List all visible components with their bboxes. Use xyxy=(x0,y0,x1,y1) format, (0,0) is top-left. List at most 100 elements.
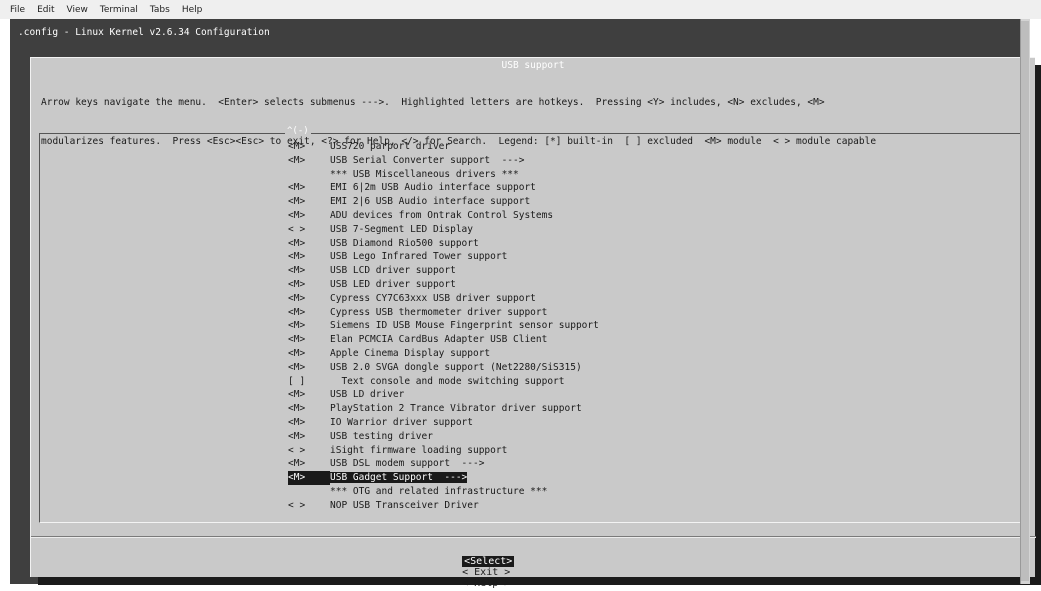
menu-item-state: <M> xyxy=(288,320,306,332)
menu-item[interactable]: <M> USB Lego Infrared Tower support xyxy=(288,250,599,264)
menu-item-label: USB LCD driver support xyxy=(330,265,456,277)
menu-item[interactable]: < > NOP USB Transceiver Driver xyxy=(288,499,599,513)
menu-edit[interactable]: Edit xyxy=(37,5,54,15)
menu-item-state: <M> xyxy=(288,278,306,290)
menu-tabs[interactable]: Tabs xyxy=(150,5,170,15)
menu-item[interactable]: <M> EMI 2|6 USB Audio interface support xyxy=(288,195,599,209)
menu-item[interactable]: < > iSight firmware loading support xyxy=(288,444,599,458)
menu-item-state: <M> xyxy=(288,292,306,304)
menu-item-state: <M> xyxy=(288,182,306,194)
menu-item[interactable]: <M> EMI 6|2m USB Audio interface support xyxy=(288,181,599,195)
menu-item-label: USB testing driver xyxy=(330,430,433,442)
menu-item-label: USB Serial Converter support ---> xyxy=(330,154,525,166)
menu-item[interactable]: <M> USB LCD driver support xyxy=(288,264,599,278)
menu-item-state: < > xyxy=(288,444,306,456)
menuconfig-dialog: USB support Arrow keys navigate the menu… xyxy=(30,57,1036,589)
help-button[interactable]: < Help > xyxy=(462,578,510,589)
menu-item[interactable]: <M> Siemens ID USB Mouse Fingerprint sens… xyxy=(288,319,599,333)
menu-item[interactable]: <M> Apple Cinema Display support xyxy=(288,347,599,361)
menu-item[interactable]: [ ] Text console and mode switching supp… xyxy=(288,375,599,389)
menu-item-label: USB LED driver support xyxy=(330,278,456,290)
menu-bar: File Edit View Terminal Tabs Help xyxy=(0,0,1041,19)
menu-item-state: <M> xyxy=(288,306,306,318)
menu-item[interactable]: < > USB 7-Segment LED Display xyxy=(288,223,599,237)
menu-item[interactable]: *** USB Miscellaneous drivers *** xyxy=(288,168,599,182)
terminal-scrollbar[interactable] xyxy=(1020,19,1030,584)
menu-item-label: USB Lego Infrared Tower support xyxy=(330,251,508,263)
menu-item-state: <M> xyxy=(288,361,306,373)
terminal-window[interactable]: .config - Linux Kernel v2.6.34 Configura… xyxy=(10,19,1036,589)
menu-item-label: USS720 parport driver xyxy=(330,141,451,152)
menu-item-label: Cypress USB thermometer driver support xyxy=(330,306,548,318)
menu-item-state: < > xyxy=(288,223,306,235)
menu-item-label: iSight firmware loading support xyxy=(330,444,508,456)
menu-item[interactable]: <M> USS720 parport driver xyxy=(288,140,599,154)
menu-item-label: IO Warrior driver support xyxy=(330,416,473,428)
menu-item-state: <M> xyxy=(288,334,306,346)
menu-item[interactable]: <M> USB Gadget Support ---> xyxy=(288,471,599,485)
menu-item-state: < > xyxy=(288,499,306,511)
menu-item-label: USB 7-Segment LED Display xyxy=(330,223,473,235)
select-button[interactable]: <Select> xyxy=(462,556,515,567)
menu-item[interactable]: <M> USB 2.0 SVGA dongle support (Net2280/… xyxy=(288,361,599,375)
menu-item-label: Elan PCMCIA CardBus Adapter USB Client xyxy=(330,334,548,346)
config-title: .config - Linux Kernel v2.6.34 Configura… xyxy=(18,27,270,38)
menu-item-state: <M> xyxy=(288,416,306,428)
menu-item[interactable]: <M> IO Warrior driver support xyxy=(288,416,599,430)
menu-list[interactable]: ^(-) <M> USS720 parport driver <M> USB Seri… xyxy=(39,126,1025,523)
menu-items: <M> USS720 parport driver <M> USB Serial Co… xyxy=(288,140,599,513)
menu-item-label: NOP USB Transceiver Driver xyxy=(330,499,479,511)
menu-item-label: USB Diamond Rio500 support xyxy=(330,237,479,249)
menu-item-state: <M> xyxy=(288,141,306,152)
menu-item-state: <M> xyxy=(288,154,306,166)
menu-item-label: ADU devices from Ontrak Control Systems xyxy=(330,209,554,221)
menu-view[interactable]: View xyxy=(67,5,88,15)
menu-item-state: <M> xyxy=(288,265,306,277)
menu-item-label: Text console and mode switching support xyxy=(330,375,565,387)
menu-file[interactable]: File xyxy=(10,5,25,15)
menu-item[interactable]: <M> USB Diamond Rio500 support xyxy=(288,237,599,251)
menu-item-state: <M> xyxy=(288,430,306,442)
menu-item[interactable]: <M> PlayStation 2 Trance Vibrator driver … xyxy=(288,402,599,416)
menu-item[interactable]: *** OTG and related infrastructure *** xyxy=(288,485,599,499)
menu-item[interactable]: <M> USB Serial Converter support ---> xyxy=(288,154,599,168)
menu-help[interactable]: Help xyxy=(182,5,203,15)
menu-item-label: Cypress CY7C63xxx USB driver support xyxy=(330,292,536,304)
menu-item-label: EMI 6|2m USB Audio interface support xyxy=(330,182,536,194)
menu-item-state: <M> xyxy=(288,196,306,208)
menu-item-state: <M> xyxy=(288,458,306,470)
help-line-1: Arrow keys navigate the menu. <Enter> se… xyxy=(41,97,825,108)
menu-item-label: USB DSL modem support ---> xyxy=(330,458,485,470)
button-row: <Select> < Exit > < Help > xyxy=(426,545,526,591)
menu-item-label: Apple Cinema Display support xyxy=(330,347,491,359)
menu-item-label: Siemens ID USB Mouse Fingerprint sensor … xyxy=(330,320,599,332)
menu-item-state: <M> xyxy=(288,471,330,485)
divider-highlight xyxy=(31,537,1036,538)
menu-item[interactable]: <M> Cypress USB thermometer driver suppor… xyxy=(288,306,599,320)
menu-item-state: [ ] xyxy=(288,375,306,387)
menu-item-label: USB LD driver xyxy=(330,389,405,401)
menu-item-state: <M> xyxy=(288,389,306,401)
menu-item-label: *** OTG and related infrastructure *** xyxy=(330,485,548,497)
menu-terminal[interactable]: Terminal xyxy=(100,5,138,15)
menu-item[interactable]: <M> ADU devices from Ontrak Control Syste… xyxy=(288,209,599,223)
menu-item-label: USB Gadget Support ---> xyxy=(330,472,468,484)
menu-item-state: <M> xyxy=(288,347,306,359)
menu-item[interactable]: <M> USB LED driver support xyxy=(288,278,599,292)
menu-item-label: EMI 2|6 USB Audio interface support xyxy=(330,196,531,208)
exit-button[interactable]: < Exit > xyxy=(462,567,510,578)
menu-item[interactable]: <M> Cypress CY7C63xxx USB driver support xyxy=(288,292,599,306)
menu-item-label: PlayStation 2 Trance Vibrator driver sup… xyxy=(330,403,582,415)
menu-item[interactable]: <M> USB DSL modem support ---> xyxy=(288,457,599,471)
menu-item-label: *** USB Miscellaneous drivers *** xyxy=(330,168,519,180)
menu-item-label: USB 2.0 SVGA dongle support (Net2280/SiS… xyxy=(330,361,582,373)
menu-item-state: <M> xyxy=(288,237,306,249)
menu-item-state: <M> xyxy=(288,251,306,263)
menu-item[interactable]: <M> USB testing driver xyxy=(288,430,599,444)
menu-item[interactable]: <M> Elan PCMCIA CardBus Adapter USB Clien… xyxy=(288,333,599,347)
menu-item[interactable]: <M> USB LD driver xyxy=(288,388,599,402)
menu-item-state: <M> xyxy=(288,403,306,415)
scroll-indicator: ^(-) xyxy=(285,126,311,136)
scrollbar-thumb[interactable] xyxy=(1021,21,1029,581)
menu-item-state: <M> xyxy=(288,209,306,221)
